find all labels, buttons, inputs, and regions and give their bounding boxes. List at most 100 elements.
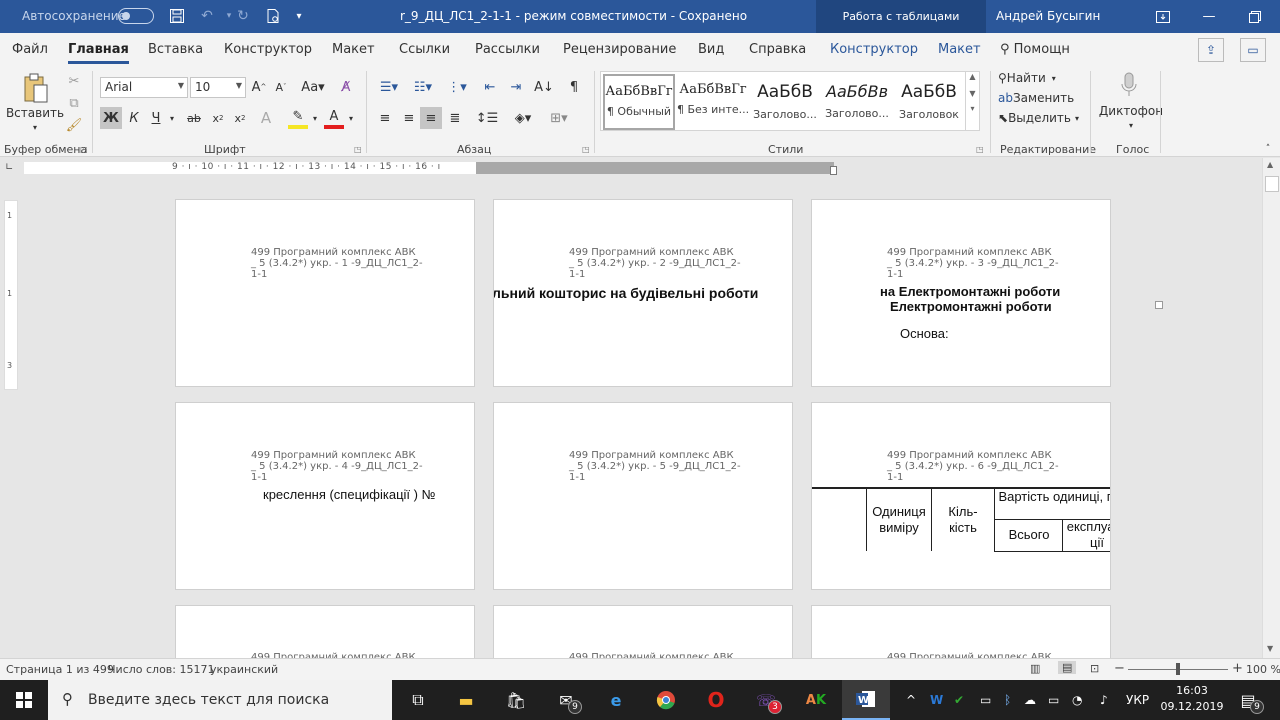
replace-button[interactable]: ab Заменить [998,89,1078,107]
strikethrough-icon[interactable]: ab [182,107,206,129]
web-layout-icon[interactable]: ⊡ [1090,662,1099,675]
format-painter-icon[interactable]: 🖌 [64,115,84,135]
page-thumbnail-1[interactable]: 499 Програмний комплекс АВК _ 5 (3.4.2*)… [175,199,475,387]
onedrive-icon[interactable]: ☁ [1024,680,1036,720]
avk-app-icon[interactable]: AK [792,680,840,720]
scroll-up-icon[interactable]: ▲ [1267,160,1273,169]
styles-scroll[interactable]: ▲ ▼ ▾ [965,72,979,130]
page-thumbnail-3[interactable]: 499 Програмний комплекс АВК _ 5 (3.4.2*)… [811,199,1111,387]
page-thumbnail-6[interactable]: 499 Програмний комплекс АВК _ 5 (3.4.2*)… [811,402,1111,590]
collapse-ribbon-icon[interactable]: ˄ [1262,143,1274,155]
highlight-icon[interactable]: ✎ [288,107,308,129]
page-thumbnail-8[interactable]: 499 Програмний комплекс АВК [493,605,793,665]
restore-icon[interactable] [1232,0,1278,33]
language-status[interactable]: украинский [210,663,278,676]
page-thumbnail-5[interactable]: 499 Програмний комплекс АВК _ 5 (3.4.2*)… [493,402,793,590]
tab-design[interactable]: Конструктор [224,42,312,57]
right-indent-marker[interactable] [830,166,837,175]
superscript-icon[interactable]: x2 [230,107,250,129]
store-icon[interactable]: 🛍 [492,680,540,720]
sort-icon[interactable]: A↓ [534,77,554,97]
autosave-toggle[interactable] [118,8,154,24]
zoom-level[interactable]: 100 % [1246,663,1280,676]
text-effects-icon[interactable]: A [256,107,276,129]
align-right-icon[interactable]: ≡ [420,107,442,129]
paste-button[interactable]: Вставить [6,105,64,121]
undo-icon[interactable]: ↶ [196,6,218,26]
redo-icon[interactable]: ↻ [232,6,254,26]
input-language[interactable]: УКР [1126,680,1149,720]
styles-launcher-icon[interactable]: ◳ [976,145,984,154]
zoom-slider-thumb[interactable] [1176,663,1180,675]
file-explorer-icon[interactable]: ▬ [442,680,490,720]
italic-button[interactable]: К [124,107,144,129]
paragraph-launcher-icon[interactable]: ◳ [582,145,590,154]
tray-app-icon[interactable]: ✔ [954,680,964,720]
tab-table-design[interactable]: Конструктор [830,42,918,57]
style-heading-1[interactable]: АаБбВ Заголово... [749,74,821,130]
page-thumbnail-4[interactable]: 499 Програмний комплекс АВК _ 5 (3.4.2*)… [175,402,475,590]
battery-icon[interactable]: ▭ [1048,680,1059,720]
scrollbar-thumb[interactable] [1265,176,1279,192]
dictate-button[interactable]: Диктофон [1096,103,1166,119]
underline-button[interactable]: Ч [146,107,166,129]
print-preview-icon[interactable] [262,6,284,26]
vertical-scrollbar[interactable]: ▲ ▼ [1262,158,1280,658]
tab-view[interactable]: Вид [698,42,724,57]
underline-dropdown-icon[interactable]: ▾ [166,107,178,129]
numbering-icon[interactable]: ☷▾ [408,77,438,97]
network-icon[interactable]: ◔ [1072,680,1082,720]
word-app-icon[interactable]: W [842,680,890,720]
mail-icon[interactable]: ✉ 9 [542,680,590,720]
read-mode-icon[interactable]: ▥ [1030,662,1040,675]
bold-button[interactable]: Ж [100,107,122,129]
page-thumbnail-9[interactable]: 499 Програмний комплекс АВК [811,605,1111,665]
share-icon[interactable]: ⇪ [1198,38,1224,62]
tab-mailings[interactable]: Рассылки [475,42,540,57]
subscript-icon[interactable]: x2 [208,107,228,129]
font-color-dropdown-icon[interactable]: ▾ [346,107,356,129]
font-launcher-icon[interactable]: ◳ [354,145,362,154]
task-view-icon[interactable]: ⧉ [394,680,442,720]
word-tray-icon[interactable]: W [930,680,943,720]
increase-indent-icon[interactable]: ⇥ [506,77,526,97]
dictate-dropdown-icon[interactable]: ▾ [1126,119,1136,131]
align-left-icon[interactable]: ≡ [374,107,396,129]
zoom-out-icon[interactable]: − [1114,661,1125,676]
tab-review[interactable]: Рецензирование [563,42,676,57]
show-formatting-marks-icon[interactable]: ¶ [564,77,584,97]
customize-qat-icon[interactable]: ▾ [292,6,306,26]
align-center-icon[interactable]: ≡ [398,107,420,129]
tab-home[interactable]: Главная [68,42,129,64]
more-styles-icon[interactable]: ▾ [966,104,979,113]
tab-file[interactable]: Файл [12,42,48,57]
minimize-icon[interactable]: — [1186,0,1232,33]
line-spacing-icon[interactable]: ↕☰ [472,107,502,129]
print-layout-icon[interactable]: ▤ [1058,661,1077,674]
font-color-icon[interactable]: A [324,107,344,129]
windows-start-icon[interactable] [0,680,48,720]
grow-font-icon[interactable]: A ^ [250,77,268,97]
change-case-icon[interactable]: Aa▾ [298,77,328,97]
find-button[interactable]: ⚲ Найти ▾ [998,69,1068,87]
tab-insert[interactable]: Вставка [148,42,203,57]
zoom-in-icon[interactable]: + [1232,661,1243,676]
tab-selector-icon[interactable]: ∟ [5,162,17,174]
multilevel-list-icon[interactable]: ⋮▾ [442,77,472,97]
style-heading-2[interactable]: АаБбВв Заголово... [821,74,893,130]
paste-dropdown-icon[interactable]: ▾ [30,121,40,133]
save-icon[interactable] [166,6,188,26]
chrome-icon[interactable] [642,680,690,720]
tab-table-layout[interactable]: Макет [938,42,981,57]
select-button[interactable]: ⬉ Выделить ▾ [998,109,1082,127]
scroll-up-icon[interactable]: ▲ [966,72,979,81]
font-name-combo[interactable]: Arial ▼ [100,77,188,98]
bullets-icon[interactable]: ☰▾ [374,77,404,97]
cut-icon[interactable]: ✂ [64,71,84,91]
scroll-down-icon[interactable]: ▼ [1267,644,1273,653]
justify-icon[interactable]: ≣ [444,107,466,129]
style-no-spacing[interactable]: АаБбВвГг ¶ Без инте... [677,74,749,130]
opera-icon[interactable]: O [692,680,740,720]
scroll-down-icon[interactable]: ▼ [966,89,979,98]
volume-icon[interactable]: ♪ [1100,680,1108,720]
